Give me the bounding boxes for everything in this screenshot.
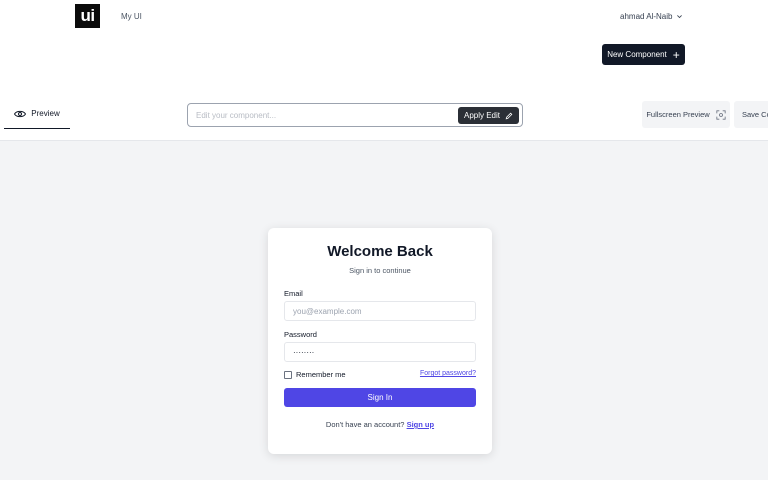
pencil-icon (505, 112, 513, 119)
user-menu[interactable]: ahmad Al-Naib (620, 12, 683, 21)
no-account-text: Don't have an account? (325, 420, 405, 429)
sign-in-button[interactable]: Sign In (284, 388, 476, 407)
login-card: Welcome Back Sign in to continue Email P… (268, 228, 492, 454)
apply-edit-label: Apply Edit (463, 111, 501, 120)
save-label: Save Co (742, 110, 768, 119)
eye-icon (14, 110, 27, 117)
email-field[interactable] (284, 301, 476, 321)
chevron-down-icon (677, 15, 683, 19)
editor-toolbar: Preview Apply Edit Fullscreen Preview Sa… (0, 99, 768, 141)
nav-link-my-ui[interactable]: My UI (121, 12, 142, 21)
remember-me-checkbox[interactable] (284, 370, 292, 379)
tab-preview[interactable]: Preview (4, 99, 70, 129)
password-label: Password (284, 330, 317, 339)
fullscreen-preview-label: Fullscreen Preview (646, 110, 710, 119)
save-button[interactable]: Save Co (734, 101, 768, 128)
login-title: Welcome Back (327, 243, 433, 260)
new-component-label: New Component (607, 50, 667, 59)
remember-me-label: Remember me (296, 370, 346, 379)
edit-component-box: Apply Edit (187, 103, 523, 127)
fullscreen-preview-button[interactable]: Fullscreen Preview (642, 101, 730, 128)
email-label: Email (284, 289, 303, 298)
scan-icon (716, 109, 726, 120)
plus-icon: + (672, 47, 680, 62)
login-subtitle: Sign in to continue (349, 266, 411, 275)
apply-edit-button[interactable]: Apply Edit (458, 107, 519, 124)
remember-me[interactable]: Remember me (284, 370, 346, 379)
forgot-password-link[interactable]: Forgot password? (420, 370, 476, 377)
app-logo[interactable]: ui (75, 4, 100, 28)
password-field[interactable] (284, 342, 476, 362)
signup-row: Don't have an account? Sign up (268, 420, 492, 429)
new-component-button[interactable]: New Component + (602, 44, 685, 65)
edit-component-input[interactable] (196, 108, 446, 123)
user-name: ahmad Al-Naib (620, 12, 673, 21)
tab-preview-label: Preview (31, 109, 60, 118)
sign-up-link[interactable]: Sign up (407, 420, 435, 429)
top-bar: ui My UI ahmad Al-Naib (0, 0, 768, 36)
